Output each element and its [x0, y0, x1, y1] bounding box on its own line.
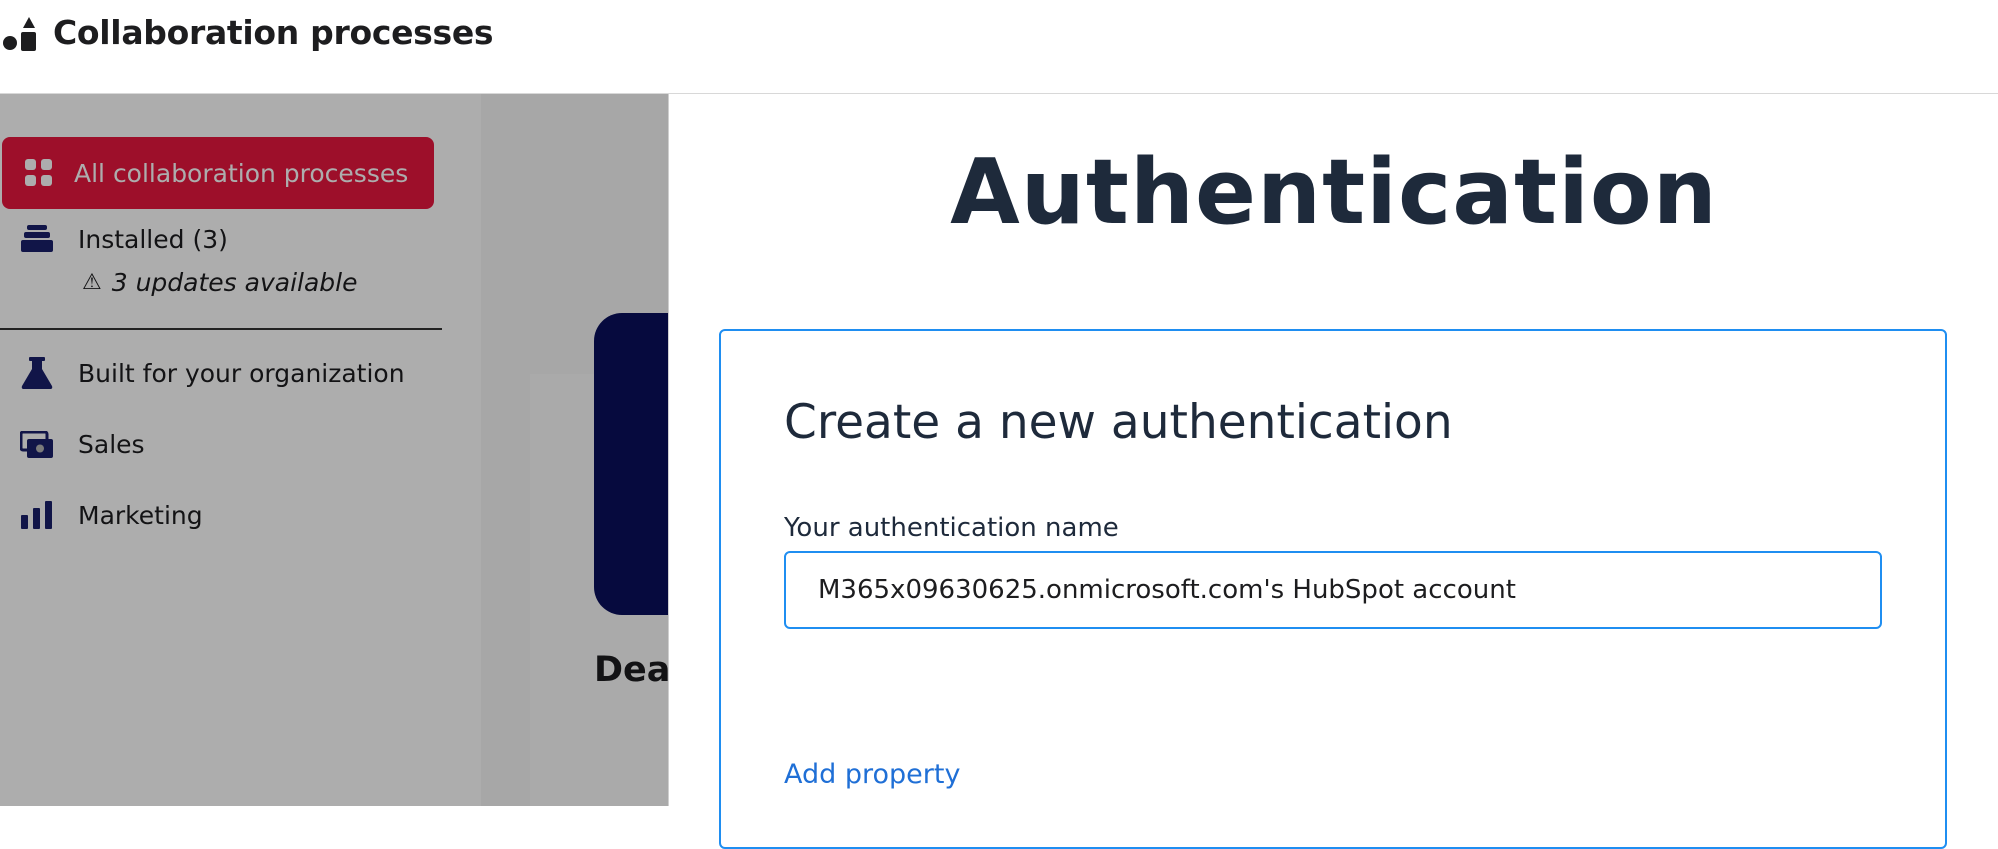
authentication-name-input[interactable] [784, 551, 1882, 629]
add-property-link[interactable]: Add property [784, 759, 960, 790]
modal-title: Authentication [950, 140, 1718, 245]
new-authentication-card: Create a new authentication Your authent… [719, 329, 1947, 849]
page-title: Collaboration processes [53, 13, 494, 52]
authentication-modal: Authentication Create a new authenticati… [668, 94, 1998, 849]
modal-backdrop[interactable] [0, 94, 668, 806]
shapes-icon [3, 17, 36, 51]
card-title: Create a new authentication [784, 395, 1453, 450]
top-header: Collaboration processes [0, 0, 1998, 94]
authentication-name-label: Your authentication name [784, 513, 1119, 543]
